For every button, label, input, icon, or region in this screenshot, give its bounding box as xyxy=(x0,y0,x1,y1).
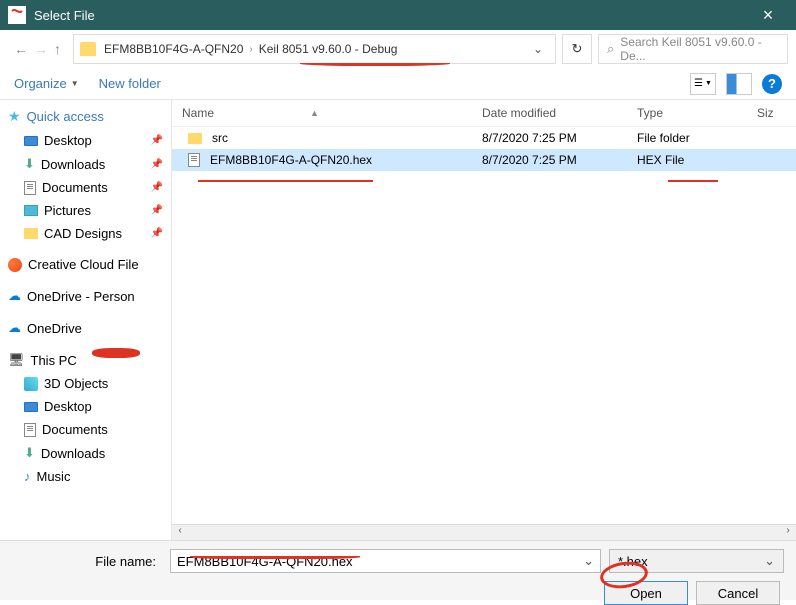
filename-label: File name: xyxy=(12,554,162,569)
pc-icon: 🖥 xyxy=(8,352,25,368)
sidebar-this-pc[interactable]: 🖥This PC xyxy=(0,348,171,372)
pin-icon: 📌 xyxy=(151,135,163,146)
scroll-right-icon[interactable]: › xyxy=(780,525,796,540)
back-icon[interactable]: ← xyxy=(14,41,28,57)
pin-icon: 📌 xyxy=(151,182,163,193)
preview-pane-button[interactable] xyxy=(726,73,752,95)
folder-icon xyxy=(188,133,202,144)
breadcrumb-part[interactable]: EFM8BB10F4G-A-QFN20 xyxy=(104,42,243,56)
organize-button[interactable]: Organize ▼ xyxy=(14,76,79,91)
refresh-button[interactable]: ↻ xyxy=(562,34,592,64)
file-list-header: Name▲ Date modified Type Siz xyxy=(172,100,796,127)
folder-icon xyxy=(24,228,38,239)
search-input[interactable]: ⌕ Search Keil 8051 v9.60.0 - De... xyxy=(598,34,788,64)
desktop-icon xyxy=(24,136,38,146)
sidebar-item-music[interactable]: ♪Music xyxy=(0,465,171,488)
annotation-filename-underline xyxy=(190,553,360,559)
star-icon: ★ xyxy=(8,108,21,125)
desktop-icon xyxy=(24,402,38,412)
cancel-button[interactable]: Cancel xyxy=(696,581,780,605)
pin-icon: 📌 xyxy=(151,205,163,216)
sidebar-item-desktop2[interactable]: Desktop xyxy=(0,395,171,418)
horizontal-scrollbar[interactable]: ‹ › xyxy=(172,524,796,540)
chevron-down-icon[interactable]: ⌄ xyxy=(527,42,549,56)
column-date[interactable]: Date modified xyxy=(472,106,627,120)
window-title: Select File xyxy=(34,8,95,23)
sidebar-onedrive-personal[interactable]: ☁OneDrive - Person xyxy=(0,284,171,308)
file-row[interactable]: EFM8BB10F4G-A-QFN20.hex 8/7/2020 7:25 PM… xyxy=(172,149,796,171)
cloud-icon: ☁ xyxy=(8,320,21,336)
column-type[interactable]: Type xyxy=(627,106,747,120)
forward-icon[interactable]: → xyxy=(34,41,48,57)
3d-objects-icon xyxy=(24,377,38,391)
sidebar-item-3d[interactable]: 3D Objects xyxy=(0,372,171,395)
sidebar-item-downloads2[interactable]: ⬇Downloads xyxy=(0,441,171,465)
title-bar: Select File × xyxy=(0,0,796,30)
breadcrumb-part[interactable]: Keil 8051 v9.60.0 - Debug xyxy=(259,42,398,56)
column-size[interactable]: Siz xyxy=(747,106,796,120)
file-list: Name▲ Date modified Type Siz src 8/7/202… xyxy=(172,100,796,540)
sidebar-item-desktop[interactable]: Desktop📌 xyxy=(0,129,171,152)
search-placeholder: Search Keil 8051 v9.60.0 - De... xyxy=(620,35,779,63)
main-area: ★ Quick access Desktop📌 ⬇Downloads📌 Docu… xyxy=(0,100,796,540)
file-icon xyxy=(188,153,200,167)
annotation-type-underline xyxy=(668,180,718,182)
view-options-button[interactable]: ☰ ▼ xyxy=(690,73,716,95)
cloud-icon: ☁ xyxy=(8,288,21,304)
sidebar-onedrive[interactable]: ☁OneDrive xyxy=(0,316,171,340)
sidebar-quick-access[interactable]: ★ Quick access xyxy=(0,104,171,129)
sidebar: ★ Quick access Desktop📌 ⬇Downloads📌 Docu… xyxy=(0,100,172,540)
scroll-left-icon[interactable]: ‹ xyxy=(172,525,188,540)
help-icon[interactable]: ? xyxy=(762,74,782,94)
sidebar-item-cad[interactable]: CAD Designs📌 xyxy=(0,222,171,245)
app-icon xyxy=(8,6,26,24)
nav-arrows: ← → ↑ xyxy=(8,41,67,57)
chevron-down-icon: ▼ xyxy=(71,79,79,88)
column-name[interactable]: Name▲ xyxy=(172,106,472,120)
toolbar: Organize ▼ New folder ☰ ▼ ? xyxy=(0,68,796,100)
downloads-icon: ⬇ xyxy=(24,445,35,461)
sidebar-creative-cloud[interactable]: Creative Cloud File xyxy=(0,253,171,276)
music-icon: ♪ xyxy=(24,469,31,484)
breadcrumb: EFM8BB10F4G-A-QFN20 › Keil 8051 v9.60.0 … xyxy=(104,42,397,56)
annotation-onedrive-redaction xyxy=(92,348,140,358)
up-icon[interactable]: ↑ xyxy=(54,41,61,57)
chevron-right-icon: › xyxy=(249,44,252,55)
close-icon[interactable]: × xyxy=(748,5,788,26)
folder-icon xyxy=(80,42,96,56)
annotation-file-underline xyxy=(198,180,373,182)
chevron-down-icon[interactable]: ⌄ xyxy=(764,553,775,569)
downloads-icon: ⬇ xyxy=(24,156,35,172)
annotation-breadcrumb-underline xyxy=(300,60,450,66)
sidebar-item-documents2[interactable]: Documents xyxy=(0,418,171,441)
documents-icon xyxy=(24,423,36,437)
sidebar-item-documents[interactable]: Documents📌 xyxy=(0,176,171,199)
sidebar-item-downloads[interactable]: ⬇Downloads📌 xyxy=(0,152,171,176)
search-icon: ⌕ xyxy=(607,41,614,57)
sort-arrow-icon: ▲ xyxy=(310,108,319,118)
sidebar-item-pictures[interactable]: Pictures📌 xyxy=(0,199,171,222)
creative-cloud-icon xyxy=(8,258,22,272)
chevron-down-icon[interactable]: ⌄ xyxy=(583,553,594,569)
dialog-footer: File name: EFM8BB10F4G-A-QFN20.hex ⌄ *.h… xyxy=(0,540,796,600)
documents-icon xyxy=(24,181,36,195)
pin-icon: 📌 xyxy=(151,228,163,239)
pictures-icon xyxy=(24,205,38,216)
file-row[interactable]: src 8/7/2020 7:25 PM File folder xyxy=(172,127,796,149)
pin-icon: 📌 xyxy=(151,159,163,170)
new-folder-button[interactable]: New folder xyxy=(99,76,161,91)
